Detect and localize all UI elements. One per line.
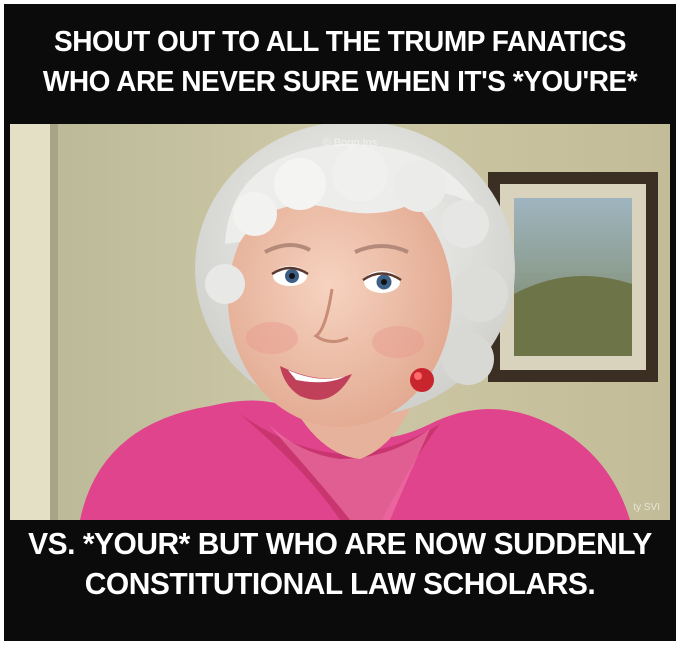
photo-watermark-corner: ty SVI — [633, 502, 660, 513]
top-caption: SHOUT OUT TO ALL THE TRUMP FANATICS WHO … — [4, 22, 676, 102]
photo-illustration: © Bogo Ins ty SVI — [10, 124, 670, 520]
bottom-caption-line-2: CONSTITUTIONAL LAW SCHOLARS. — [84, 566, 596, 601]
top-caption-line-1: SHOUT OUT TO ALL THE TRUMP FANATICS — [54, 26, 626, 58]
meme-frame: SHOUT OUT TO ALL THE TRUMP FANATICS WHO … — [4, 4, 676, 641]
meme-image: SHOUT OUT TO ALL THE TRUMP FANATICS WHO … — [0, 0, 680, 645]
meme-photo: © Bogo Ins ty SVI — [10, 124, 670, 520]
top-caption-line-2: WHO ARE NEVER SURE WHEN IT'S *YOU'RE* — [42, 66, 638, 98]
photo-watermark-top: © Bogo Ins — [323, 137, 378, 149]
bottom-caption: VS. *YOUR* BUT WHO ARE NOW SUDDENLY CONS… — [4, 524, 676, 604]
bottom-caption-line-1: VS. *YOUR* BUT WHO ARE NOW SUDDENLY — [28, 526, 652, 561]
